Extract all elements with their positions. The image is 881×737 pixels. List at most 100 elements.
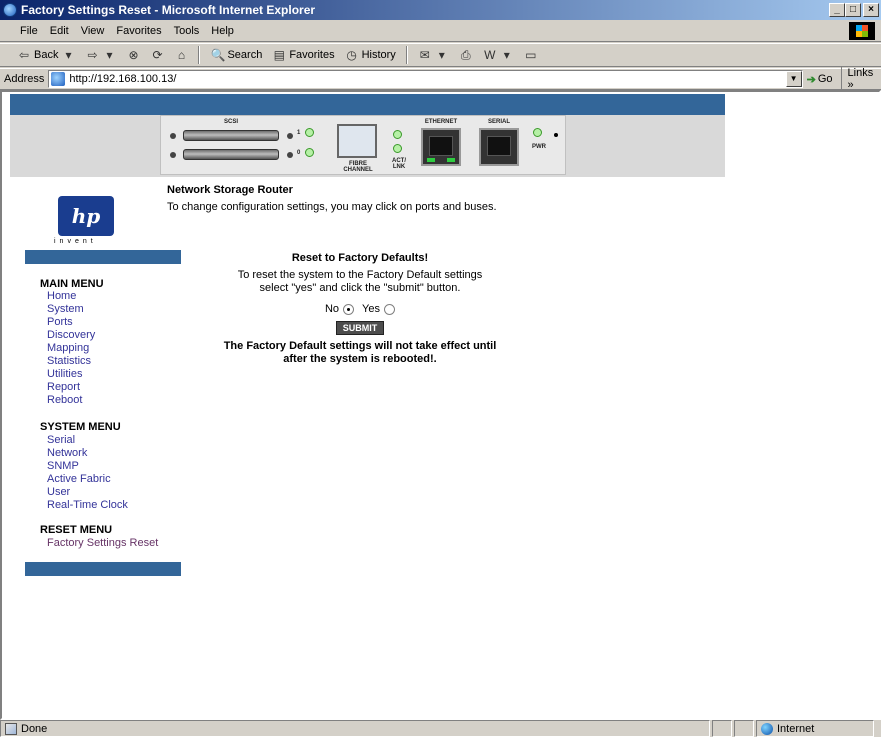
sidebar-item-statistics[interactable]: Statistics	[47, 355, 91, 367]
back-arrow-icon: ⇦	[18, 48, 30, 62]
browser-window: Factory Settings Reset - Microsoft Inter…	[0, 0, 881, 737]
menu-edit[interactable]: Edit	[44, 25, 75, 37]
web-page: SCSI 1 0 FIBRE CHANNEL ACT/ LNK ETHERNET	[10, 92, 725, 718]
sidebar-item-factory-settings-reset[interactable]: Factory Settings Reset	[47, 537, 158, 549]
sidebar-item-serial[interactable]: Serial	[47, 434, 75, 446]
chevron-down-icon: ▾	[65, 48, 72, 62]
sidebar-item-utilities[interactable]: Utilities	[47, 368, 82, 380]
mail-button[interactable]: ✉ ▾	[415, 45, 452, 65]
forward-button[interactable]: ⇨ ▾	[82, 45, 119, 65]
search-button[interactable]: 🔍 Search	[207, 45, 265, 65]
status-text-pane: Done	[0, 720, 710, 737]
menu-file[interactable]: File	[14, 25, 44, 37]
address-label: Address	[4, 73, 45, 85]
sidebar-divider	[25, 562, 181, 576]
go-button[interactable]: ➔ Go	[807, 73, 833, 86]
serial-port[interactable]	[479, 128, 519, 166]
sidebar-item-report[interactable]: Report	[47, 381, 80, 393]
windows-logo-icon	[849, 22, 875, 40]
sidebar-item-network[interactable]: Network	[47, 447, 87, 459]
home-button[interactable]: ⌂	[171, 45, 191, 65]
sidebar-item-user[interactable]: User	[47, 486, 70, 498]
search-label: Search	[227, 49, 263, 61]
menu-favorites[interactable]: Favorites	[110, 25, 167, 37]
discuss-button[interactable]: ▭	[521, 45, 541, 65]
edit-button[interactable]: W ▾	[480, 45, 517, 65]
no-label: No	[324, 303, 340, 315]
scsi-port-0[interactable]	[183, 149, 279, 160]
sidebar-item-ports[interactable]: Ports	[47, 316, 73, 328]
history-button[interactable]: ◷ History	[342, 45, 399, 65]
sidebar-item-discovery[interactable]: Discovery	[47, 329, 95, 341]
sidebar-item-reboot[interactable]: Reboot	[47, 394, 82, 406]
serial-label: SERIAL	[487, 119, 510, 125]
edit-icon: W	[484, 48, 496, 62]
ethernet-port[interactable]	[421, 128, 461, 166]
address-input[interactable]: http://192.168.100.13/ ▼	[48, 70, 803, 88]
search-icon: 🔍	[210, 48, 226, 62]
maximize-button[interactable]: □	[845, 3, 861, 17]
status-pane	[734, 720, 754, 737]
security-zone: Internet	[756, 720, 874, 737]
reset-description-line1: To reset the system to the Factory Defau…	[237, 269, 483, 281]
back-label: Back	[34, 49, 59, 61]
go-arrow-icon: ➔	[806, 73, 816, 86]
ethernet-label: ETHERNET	[424, 119, 458, 125]
hp-logo-mark: hp	[71, 204, 101, 228]
scsi-label: SCSI	[224, 119, 239, 125]
refresh-button[interactable]: ⟳	[147, 45, 167, 65]
chevron-down-icon: ▾	[438, 48, 445, 62]
sidebar-item-active-fabric[interactable]: Active Fabric	[47, 473, 111, 485]
stop-button[interactable]: ⊗	[123, 45, 143, 65]
reset-options: No Yes	[210, 303, 510, 315]
print-button[interactable]: ⎙	[456, 45, 476, 65]
links-button[interactable]: Links »	[840, 67, 881, 91]
page-title: Network Storage Router	[167, 184, 293, 196]
status-pane	[712, 720, 732, 737]
close-button[interactable]: ×	[863, 3, 879, 17]
address-bar: Address http://192.168.100.13/ ▼ ➔ Go Li…	[0, 67, 881, 91]
status-text: Done	[21, 722, 48, 735]
page-intro: To change configuration settings, you ma…	[167, 201, 497, 213]
menu-bar: File Edit View Favorites Tools Help	[0, 20, 881, 42]
favorites-button[interactable]: ▤ Favorites	[269, 45, 337, 65]
sidebar-item-real-time-clock[interactable]: Real-Time Clock	[47, 499, 128, 511]
back-button[interactable]: ⇦ Back ▾	[14, 45, 78, 65]
yes-radio[interactable]	[384, 303, 395, 315]
scsi-port-1[interactable]	[183, 130, 279, 141]
sidebar-item-mapping[interactable]: Mapping	[47, 342, 89, 354]
reset-panel: Reset to Factory Defaults! To reset the …	[210, 252, 510, 366]
favorites-icon: ▤	[273, 48, 285, 62]
submit-button[interactable]: SUBMIT	[335, 321, 385, 335]
toolbar-separator	[405, 46, 408, 64]
print-icon: ⎙	[461, 48, 471, 62]
favorites-label: Favorites	[289, 49, 335, 61]
sidebar-item-home[interactable]: Home	[47, 290, 76, 302]
history-label: History	[361, 49, 396, 61]
sidebar-item-system[interactable]: System	[47, 303, 84, 315]
router-faceplate-image[interactable]: SCSI 1 0 FIBRE CHANNEL ACT/ LNK ETHERNET	[160, 115, 566, 175]
scsi-0-led-icon	[305, 148, 314, 157]
page-done-icon	[5, 722, 17, 735]
act-lnk-label: ACT/ LNK	[392, 158, 406, 170]
menu-tools[interactable]: Tools	[168, 25, 206, 37]
menu-view[interactable]: View	[75, 25, 111, 37]
scsi-1-led-icon	[305, 128, 314, 137]
address-dropdown-button[interactable]: ▼	[785, 71, 802, 87]
chevron-down-icon: ▾	[106, 48, 113, 62]
menu-help[interactable]: Help	[205, 25, 240, 37]
go-label: Go	[817, 73, 833, 85]
minimize-button[interactable]: _	[829, 3, 845, 17]
lnk-led-icon	[393, 144, 402, 153]
yes-label: Yes	[362, 303, 380, 315]
screw-icon	[287, 133, 293, 139]
reset-description-line2: select "yes" and click the "submit" butt…	[259, 282, 461, 294]
reset-note-line1: The Factory Default settings will not ta…	[223, 340, 497, 352]
scsi-port-1-label: 1	[297, 130, 301, 136]
reset-note-line2: after the system is rebooted!.	[283, 353, 437, 365]
no-radio[interactable]	[343, 303, 355, 315]
fibre-channel-label: FIBRE CHANNEL	[343, 161, 373, 173]
fibre-channel-port[interactable]	[337, 124, 377, 158]
sidebar-item-snmp[interactable]: SNMP	[47, 460, 79, 472]
header-bar	[10, 94, 725, 115]
